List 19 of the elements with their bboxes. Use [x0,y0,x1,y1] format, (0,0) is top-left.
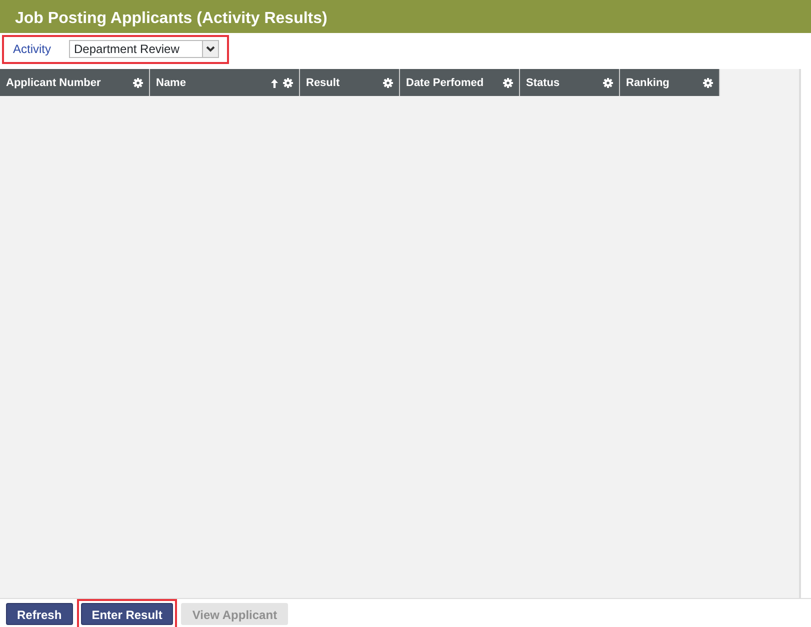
column-header[interactable]: Ranking [620,69,720,96]
settings-icon[interactable] [383,78,393,88]
action-button[interactable]: Enter Result [80,602,174,624]
column-header[interactable]: Result [300,69,400,96]
action-button[interactable]: Refresh [6,602,73,624]
window-title: Job Posting Applicants (Activity Results) [0,0,811,33]
sort-up-icon[interactable] [271,79,278,88]
caret-icon [206,46,216,52]
activity-label: Activity [13,41,52,58]
column-header[interactable]: Status [520,69,620,96]
column-header[interactable]: Name [150,69,300,96]
column-header[interactable]: Applicant Number [0,69,150,96]
settings-icon[interactable] [503,78,513,88]
activity-dropdown[interactable]: Department Review [69,40,220,58]
settings-icon[interactable] [283,78,293,88]
settings-icon[interactable] [133,78,143,88]
column-header[interactable]: Date Perfomed [400,69,520,96]
settings-icon[interactable] [703,78,713,88]
settings-icon[interactable] [603,78,613,88]
